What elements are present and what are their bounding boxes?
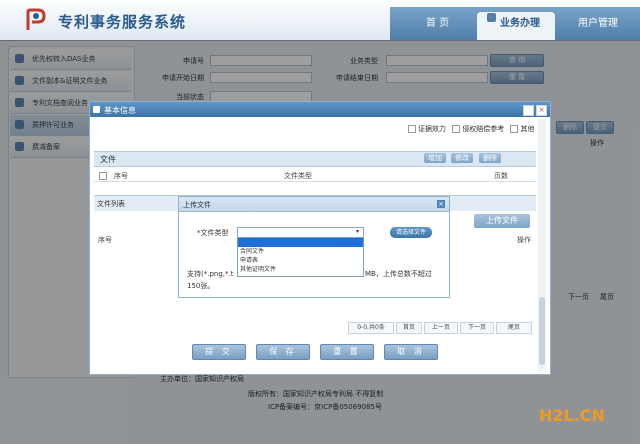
compensation-label: 侵权赔偿参考 bbox=[462, 125, 505, 133]
close-icon[interactable]: × bbox=[536, 105, 547, 116]
nav-business[interactable]: 业务办理 bbox=[500, 14, 540, 29]
upload-hint-right: MB，上传总数不超过 bbox=[365, 270, 432, 278]
save-button[interactable]: 保 存 bbox=[256, 344, 310, 360]
prev-page-button[interactable]: 上一页 bbox=[424, 322, 458, 334]
chevron-down-icon: ▾ bbox=[356, 228, 360, 235]
scrollbar-thumb[interactable] bbox=[539, 297, 545, 365]
nav-home[interactable]: 首 页 bbox=[426, 14, 449, 29]
nav-users[interactable]: 用户管理 bbox=[578, 14, 618, 29]
other-label: 其他 bbox=[520, 125, 535, 133]
upload-hint-line2: 150张。 bbox=[187, 282, 215, 290]
upload-hint-left: 支持(*.png,*.t bbox=[187, 270, 234, 278]
page-summary: 0-0,共0条 bbox=[348, 322, 394, 334]
list-col-actions: 操作 bbox=[517, 236, 531, 244]
option-contract[interactable]: 合同文件 bbox=[238, 247, 363, 256]
business-icon bbox=[487, 13, 496, 22]
other-checkbox[interactable]: 其他 bbox=[510, 125, 534, 133]
add-file-button[interactable]: 增加 bbox=[424, 153, 446, 163]
close-icon[interactable]: × bbox=[437, 200, 445, 208]
upload-file-button[interactable]: 上传文件 bbox=[474, 214, 530, 228]
upload-title: 上传文件 bbox=[183, 201, 211, 209]
choose-file-button[interactable]: 请选择文件 bbox=[390, 227, 432, 238]
option-blank[interactable] bbox=[238, 238, 363, 247]
col-file-type: 文件类型 bbox=[284, 172, 312, 180]
edit-file-button[interactable]: 修改 bbox=[451, 153, 473, 163]
evidence-checkbox[interactable]: 证据效力 bbox=[408, 125, 446, 133]
files-table-header bbox=[94, 167, 536, 182]
list-col-seq: 序号 bbox=[98, 236, 112, 244]
maximize-icon[interactable] bbox=[523, 105, 534, 116]
file-type-label: *文件类型 bbox=[197, 229, 229, 237]
col-seq: 序号 bbox=[114, 172, 128, 180]
delete-file-button[interactable]: 删除 bbox=[479, 153, 501, 163]
option-application-form[interactable]: 申请表 bbox=[238, 256, 363, 265]
first-page-button[interactable]: 首页 bbox=[396, 322, 422, 334]
col-pages: 页数 bbox=[494, 172, 508, 180]
dialog-titlebar[interactable] bbox=[90, 102, 550, 117]
upload-dialog: 上传文件 × *文件类型 ▾ 合同文件 申请表 其他证明文件 请选择文件 支持(… bbox=[178, 196, 450, 298]
reset-dialog-button[interactable]: 重 置 bbox=[320, 344, 374, 360]
upload-titlebar[interactable] bbox=[179, 197, 449, 212]
app-title: 专利事务服务系统 bbox=[58, 13, 187, 31]
logo-icon bbox=[26, 8, 46, 30]
submit-dialog-button[interactable]: 提 交 bbox=[192, 344, 246, 360]
file-type-dropdown: 合同文件 申请表 其他证明文件 bbox=[237, 237, 364, 277]
dialog-icon bbox=[93, 106, 100, 113]
option-other-proof[interactable]: 其他证明文件 bbox=[238, 265, 363, 274]
site-watermark: H2L.CN bbox=[539, 406, 605, 425]
files-section-title: 文件 bbox=[100, 155, 116, 164]
cancel-button[interactable]: 取 消 bbox=[384, 344, 438, 360]
file-list-title: 文件列表 bbox=[97, 200, 125, 208]
evidence-label: 证据效力 bbox=[418, 125, 446, 133]
last-page-button[interactable]: 尾页 bbox=[496, 322, 532, 334]
next-page-button[interactable]: 下一页 bbox=[460, 322, 494, 334]
dialog-title: 基本信息 bbox=[104, 106, 136, 115]
compensation-checkbox[interactable]: 侵权赔偿参考 bbox=[452, 125, 504, 133]
select-all-checkbox[interactable] bbox=[99, 172, 107, 180]
